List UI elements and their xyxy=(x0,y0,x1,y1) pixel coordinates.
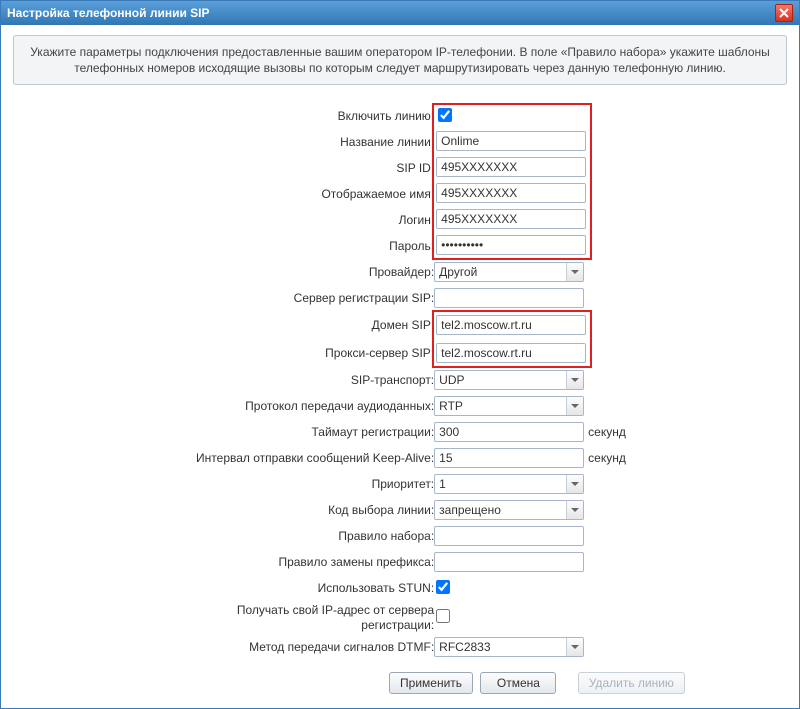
sip-proxy-input[interactable] xyxy=(436,343,586,363)
window-title: Настройка телефонной линии SIP xyxy=(7,6,210,20)
label-password: Пароль: xyxy=(174,233,434,259)
apply-button[interactable]: Применить xyxy=(389,672,473,694)
unit-seconds: секунд xyxy=(588,419,626,445)
chevron-down-icon xyxy=(566,475,583,493)
label-display: Отображаемое имя: xyxy=(174,181,434,207)
label-transport: SIP-транспорт: xyxy=(174,367,434,393)
line-name-input[interactable] xyxy=(436,131,586,151)
label-domain: Домен SIP: xyxy=(174,311,434,339)
unit-seconds: секунд xyxy=(588,445,626,471)
password-input[interactable] xyxy=(436,235,586,255)
form: Включить линию: Название линии: SIP ID: xyxy=(174,103,626,660)
dialog-body: Укажите параметры подключения предоставл… xyxy=(1,25,799,708)
close-button[interactable] xyxy=(775,4,793,22)
sip-domain-input[interactable] xyxy=(436,315,586,335)
label-enable: Включить линию: xyxy=(174,103,434,129)
sip-transport-value: UDP xyxy=(435,373,566,387)
prefix-rule-input[interactable] xyxy=(434,552,584,572)
chevron-down-icon xyxy=(566,638,583,656)
label-proxy: Прокси-сервер SIP: xyxy=(174,339,434,367)
reg-timeout-input[interactable] xyxy=(434,422,584,442)
priority-select[interactable]: 1 xyxy=(434,474,584,494)
provider-select[interactable]: Другой xyxy=(434,262,584,282)
dialog-window: Настройка телефонной линии SIP Укажите п… xyxy=(0,0,800,709)
label-dialrule: Правило набора: xyxy=(174,523,434,549)
dtmf-value: RFC2833 xyxy=(435,640,566,654)
use-stun-checkbox[interactable] xyxy=(436,580,450,594)
chevron-down-icon xyxy=(566,371,583,389)
delete-line-button: Удалить линию xyxy=(578,672,685,694)
label-linecode: Код выбора линии: xyxy=(174,497,434,523)
label-provider: Провайдер: xyxy=(174,259,434,285)
label-audioproto: Протокол передачи аудиоданных: xyxy=(174,393,434,419)
intro-text: Укажите параметры подключения предоставл… xyxy=(13,35,787,85)
enable-line-checkbox[interactable] xyxy=(438,108,452,122)
chevron-down-icon xyxy=(566,397,583,415)
cancel-button[interactable]: Отмена xyxy=(480,672,556,694)
display-name-input[interactable] xyxy=(436,183,586,203)
keepalive-input[interactable] xyxy=(434,448,584,468)
chevron-down-icon xyxy=(566,263,583,281)
dtmf-select[interactable]: RFC2833 xyxy=(434,637,584,657)
label-dtmf: Метод передачи сигналов DTMF: xyxy=(174,634,434,660)
label-priority: Приоритет: xyxy=(174,471,434,497)
titlebar: Настройка телефонной линии SIP xyxy=(1,1,799,25)
line-code-select[interactable]: запрещено xyxy=(434,500,584,520)
close-icon xyxy=(779,8,789,18)
label-sipid: SIP ID: xyxy=(174,155,434,181)
priority-value: 1 xyxy=(435,477,566,491)
label-login: Логин: xyxy=(174,207,434,233)
audio-proto-select[interactable]: RTP xyxy=(434,396,584,416)
dial-rule-input[interactable] xyxy=(434,526,584,546)
ip-from-reg-checkbox[interactable] xyxy=(436,609,450,623)
line-code-value: запрещено xyxy=(435,503,566,517)
audio-proto-value: RTP xyxy=(435,399,566,413)
sip-id-input[interactable] xyxy=(436,157,586,177)
login-input[interactable] xyxy=(436,209,586,229)
label-usestun: Использовать STUN: xyxy=(174,575,434,601)
label-name: Название линии: xyxy=(174,129,434,155)
label-prefixrule: Правило замены префикса: xyxy=(174,549,434,575)
provider-value: Другой xyxy=(435,265,566,279)
reg-server-input[interactable] xyxy=(434,288,584,308)
sip-transport-select[interactable]: UDP xyxy=(434,370,584,390)
label-regserver: Сервер регистрации SIP: xyxy=(174,285,434,311)
button-bar: Применить Отмена Удалить линию xyxy=(291,660,787,694)
chevron-down-icon xyxy=(566,501,583,519)
label-ipfromreg: Получать свой IP-адрес от сервера регист… xyxy=(174,601,434,634)
label-keepalive: Интервал отправки сообщений Keep-Alive: xyxy=(174,445,434,471)
label-regtimeout: Таймаут регистрации: xyxy=(174,419,434,445)
